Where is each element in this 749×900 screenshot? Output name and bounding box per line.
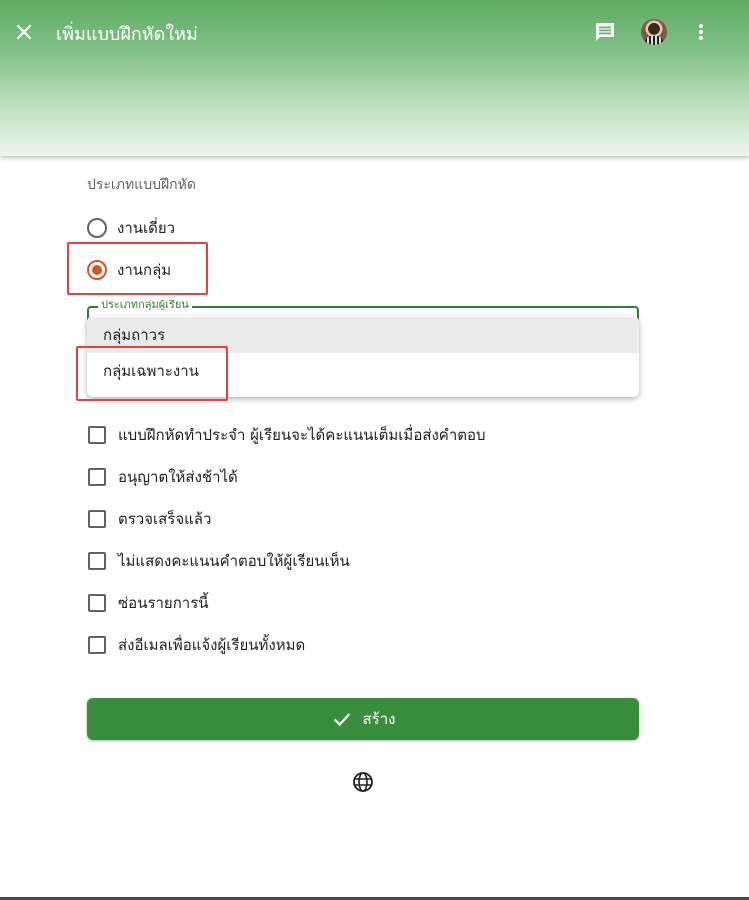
avatar[interactable]: [641, 19, 667, 45]
more-vert-icon[interactable]: [689, 20, 713, 44]
option-task-group[interactable]: กลุ่มเฉพาะงาน: [87, 353, 639, 389]
radio-individual[interactable]: งานเดี่ยว: [87, 216, 175, 240]
option-permanent-group[interactable]: กลุ่มถาวร: [87, 317, 639, 353]
radio-group-label: งานกลุ่ม: [117, 261, 172, 279]
close-icon[interactable]: [12, 20, 36, 44]
app-header: เพิ่มแบบฝึกหัดใหม่: [0, 0, 749, 156]
checkbox-label: อนุญาตให้ส่งช้าได้: [118, 468, 238, 486]
checkbox[interactable]: [88, 636, 106, 654]
group-type-dropdown: กลุ่มถาวร กลุ่มเฉพาะงาน: [87, 316, 639, 397]
checkbox-label: ซ่อนรายการนี้: [118, 594, 209, 612]
radio-button[interactable]: [87, 218, 107, 238]
radio-individual-label: งานเดี่ยว: [117, 219, 176, 237]
globe-icon[interactable]: [351, 770, 375, 794]
radio-button-checked[interactable]: [87, 260, 107, 280]
group-type-legend: ประเภทกลุ่มผู้เรียน: [98, 300, 192, 310]
create-button[interactable]: สร้าง: [87, 698, 639, 740]
checkbox-label: แบบฝึกหัดทำประจำ ผู้เรียนจะได้คะแนนเต็มเ…: [118, 426, 486, 444]
checkbox[interactable]: [88, 426, 106, 444]
radio-group[interactable]: งานกลุ่ม: [87, 258, 171, 282]
checkbox[interactable]: [88, 468, 106, 486]
checkbox-label: ส่งอีเมลเพื่อแจ้งผู้เรียนทั้งหมด: [118, 636, 306, 654]
checkbox-graded[interactable]: ตรวจเสร็จแล้ว: [87, 507, 211, 531]
checkbox-label: ไม่แสดงคะแนนคำตอบให้ผู้เรียนเห็น: [118, 552, 350, 570]
checkbox-hide-item[interactable]: ซ่อนรายการนี้: [87, 591, 209, 615]
comment-icon[interactable]: [593, 20, 617, 44]
avatar-shirt: [645, 36, 663, 45]
create-button-label: สร้าง: [362, 710, 396, 728]
checkbox-hide-score[interactable]: ไม่แสดงคะแนนคำตอบให้ผู้เรียนเห็น: [87, 549, 350, 573]
checkbox-routine-exercise[interactable]: แบบฝึกหัดทำประจำ ผู้เรียนจะได้คะแนนเต็มเ…: [87, 423, 486, 447]
checkbox-email-students[interactable]: ส่งอีเมลเพื่อแจ้งผู้เรียนทั้งหมด: [87, 633, 305, 657]
page-title: เพิ่มแบบฝึกหัดใหม่: [56, 24, 198, 45]
checkbox[interactable]: [88, 510, 106, 528]
exercise-type-label: ประเภทแบบฝึกหัด: [87, 177, 196, 193]
check-icon: [333, 713, 350, 727]
checkbox[interactable]: [88, 594, 106, 612]
checkbox-allow-late[interactable]: อนุญาตให้ส่งช้าได้: [87, 465, 238, 489]
checkbox[interactable]: [88, 552, 106, 570]
checkbox-label: ตรวจเสร็จแล้ว: [118, 510, 212, 528]
